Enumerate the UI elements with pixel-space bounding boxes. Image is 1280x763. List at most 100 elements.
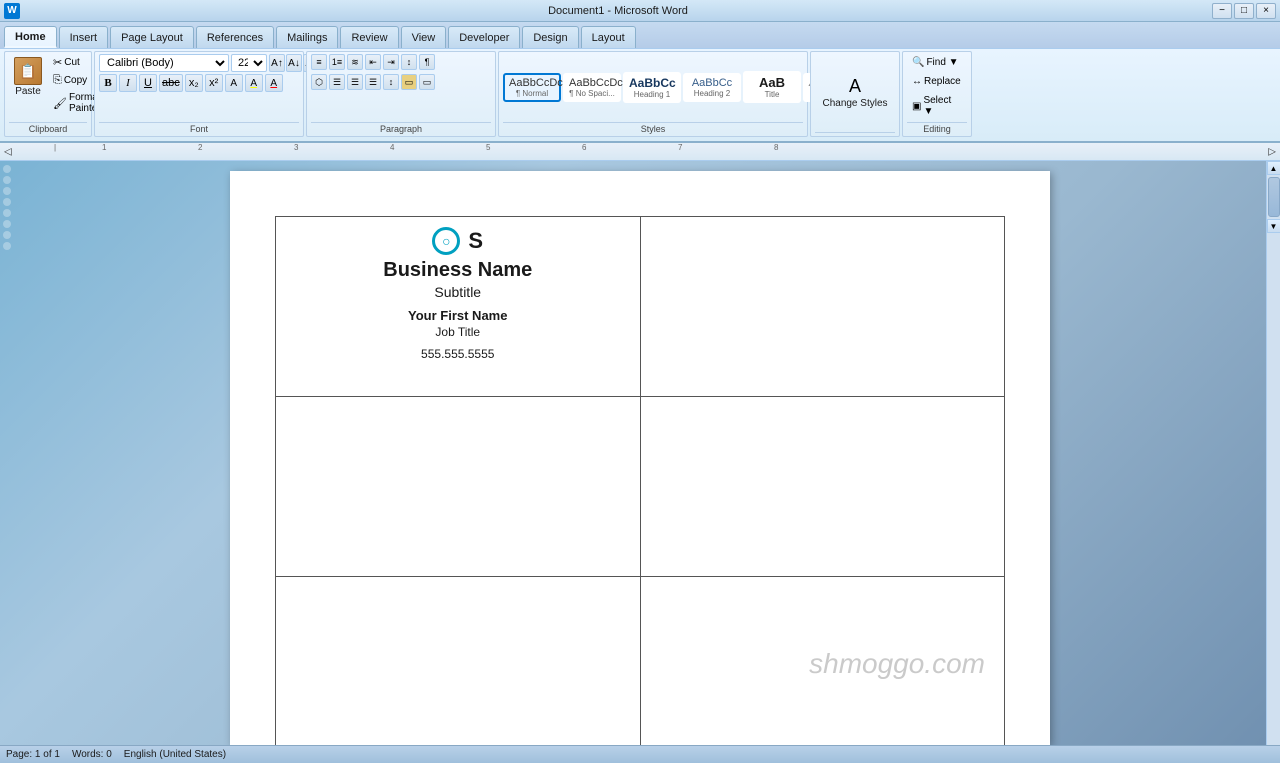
tab-bar: Home Insert Page Layout References Maili…: [0, 22, 1280, 48]
select-button[interactable]: ▣ Select ▼: [907, 92, 967, 120]
paragraph-content: ≡ 1≡ ≋ ⇤ ⇥ ↕ ¶ ⬡ ☰ ☰ ☰ ↕ ▭ ▭: [311, 54, 491, 120]
sidebar-dot-2: [3, 176, 11, 184]
cut-label: Cut: [64, 57, 80, 68]
select-icon: ▣: [912, 101, 921, 112]
scroll-up-button[interactable]: ▲: [1267, 161, 1280, 175]
tab-review[interactable]: Review: [340, 26, 398, 48]
paragraph-group-label: Paragraph: [311, 122, 491, 134]
superscript-button[interactable]: x²: [205, 74, 223, 92]
ruler-track: | 1 2 3 4 5 6 7 8: [2, 143, 1278, 160]
card-top-right: [640, 217, 1005, 397]
sidebar-dot-1: [3, 165, 11, 173]
increase-font-button[interactable]: A↑: [269, 54, 285, 72]
paragraph-row-2: ⬡ ☰ ☰ ☰ ↕ ▭ ▭: [311, 74, 435, 90]
ribbon-content: 📋 Paste ✂ Cut ⎘ Copy 🖌 Format Painter: [0, 48, 1280, 141]
copy-icon: ⎘: [53, 74, 62, 87]
font-row-1: Calibri (Body) 22 A↑ A↓ Aa: [99, 54, 319, 72]
style-heading2[interactable]: AaBbCc Heading 2: [683, 73, 741, 102]
find-button[interactable]: 🔍 Find ▼: [907, 54, 964, 71]
tab-developer[interactable]: Developer: [448, 26, 520, 48]
subscript-button[interactable]: x₂: [185, 74, 203, 92]
sidebar-dot-5: [3, 209, 11, 217]
clipboard-group-label: Clipboard: [9, 122, 87, 134]
align-right-button[interactable]: ☰: [347, 74, 363, 90]
tab-view[interactable]: View: [401, 26, 447, 48]
bold-button[interactable]: B: [99, 74, 117, 92]
card-table-wrapper: ○ S Business Name Subtitle Your First Na…: [275, 216, 1005, 700]
table-row-1: ○ S Business Name Subtitle Your First Na…: [276, 217, 1005, 397]
minimize-button[interactable]: −: [1212, 3, 1232, 19]
change-styles-button[interactable]: A Change Styles: [815, 73, 894, 112]
tab-references[interactable]: References: [196, 26, 274, 48]
language-info: English (United States): [124, 749, 226, 760]
line-spacing-button[interactable]: ↕: [383, 74, 399, 90]
tab-page-layout[interactable]: Page Layout: [110, 26, 194, 48]
word-count: Words: 0: [72, 749, 112, 760]
text-effects-button[interactable]: A: [225, 74, 243, 92]
paste-button[interactable]: 📋 Paste: [9, 54, 47, 100]
card-first-name[interactable]: Your First Name: [296, 308, 620, 323]
strikethrough-button[interactable]: abc: [159, 74, 183, 92]
border-button[interactable]: ▭: [419, 74, 435, 90]
style-no-spacing[interactable]: AaBbCcDc ¶ No Spaci...: [563, 73, 621, 102]
window-title: Document1 - Microsoft Word: [24, 5, 1212, 17]
close-button[interactable]: ×: [1256, 3, 1276, 19]
font-size-select[interactable]: 22: [231, 54, 267, 72]
card-middle-right: [640, 397, 1005, 577]
card-top-left: ○ S Business Name Subtitle Your First Na…: [276, 217, 641, 397]
replace-button[interactable]: ↔ Replace: [907, 73, 966, 90]
scroll-thumb[interactable]: [1268, 177, 1280, 217]
page-info: Page: 1 of 1: [6, 749, 60, 760]
style-heading1[interactable]: AaBbCc Heading 1: [623, 72, 681, 103]
card-subtitle[interactable]: Subtitle: [296, 284, 620, 300]
tab-home[interactable]: Home: [4, 26, 57, 48]
scroll-down-button[interactable]: ▼: [1267, 219, 1280, 233]
numbered-list-button[interactable]: 1≡: [329, 54, 345, 70]
font-group: Calibri (Body) 22 A↑ A↓ Aa B I U abc: [94, 51, 304, 137]
italic-button[interactable]: I: [119, 74, 137, 92]
card-job-title[interactable]: Job Title: [296, 325, 620, 339]
ruler-right-handle[interactable]: ▷: [1268, 146, 1276, 157]
clipboard-content: 📋 Paste ✂ Cut ⎘ Copy 🖌 Format Painter: [9, 54, 87, 120]
align-left-button[interactable]: ⬡: [311, 74, 327, 90]
sidebar-dot-7: [3, 231, 11, 239]
shading-button[interactable]: ▭: [401, 74, 417, 90]
show-hide-button[interactable]: ¶: [419, 54, 435, 70]
increase-indent-button[interactable]: ⇥: [383, 54, 399, 70]
style-normal[interactable]: AaBbCcDc ¶ Normal: [503, 73, 561, 102]
restore-button[interactable]: □: [1234, 3, 1254, 19]
ruler: ◁ | 1 2 3 4 5 6 7 8 ▷: [0, 143, 1280, 161]
decrease-indent-button[interactable]: ⇤: [365, 54, 381, 70]
app-icon: W: [4, 3, 20, 19]
logo-letter: S: [468, 228, 483, 254]
tab-design[interactable]: Design: [522, 26, 578, 48]
align-center-button[interactable]: ☰: [329, 74, 345, 90]
bullet-list-button[interactable]: ≡: [311, 54, 327, 70]
sort-button[interactable]: ↕: [401, 54, 417, 70]
tab-mailings[interactable]: Mailings: [276, 26, 338, 48]
sidebar-dot-4: [3, 198, 11, 206]
copy-label: Copy: [64, 75, 87, 86]
document-area: ○ S Business Name Subtitle Your First Na…: [0, 161, 1280, 745]
tab-insert[interactable]: Insert: [59, 26, 109, 48]
style-title[interactable]: AaB Title: [743, 71, 801, 103]
decrease-font-button[interactable]: A↓: [286, 54, 302, 72]
tab-layout[interactable]: Layout: [581, 26, 636, 48]
card-phone[interactable]: 555.555.5555: [296, 347, 620, 361]
multilevel-list-button[interactable]: ≋: [347, 54, 363, 70]
font-family-select[interactable]: Calibri (Body): [99, 54, 229, 72]
card-middle-left: [276, 397, 641, 577]
paste-icon: 📋: [14, 57, 42, 85]
card-grid-table: ○ S Business Name Subtitle Your First Na…: [275, 216, 1005, 745]
text-highlight-button[interactable]: A: [245, 74, 263, 92]
right-scrollbar: ▲ ▼: [1266, 161, 1280, 745]
justify-button[interactable]: ☰: [365, 74, 381, 90]
change-styles-group-label: [815, 132, 895, 134]
underline-button[interactable]: U: [139, 74, 157, 92]
sidebar-dot-6: [3, 220, 11, 228]
find-label: Find ▼: [926, 57, 958, 68]
business-name[interactable]: Business Name: [296, 259, 620, 282]
change-styles-group: A Change Styles: [810, 51, 900, 137]
font-color-button[interactable]: A: [265, 74, 283, 92]
ribbon: Home Insert Page Layout References Maili…: [0, 22, 1280, 143]
